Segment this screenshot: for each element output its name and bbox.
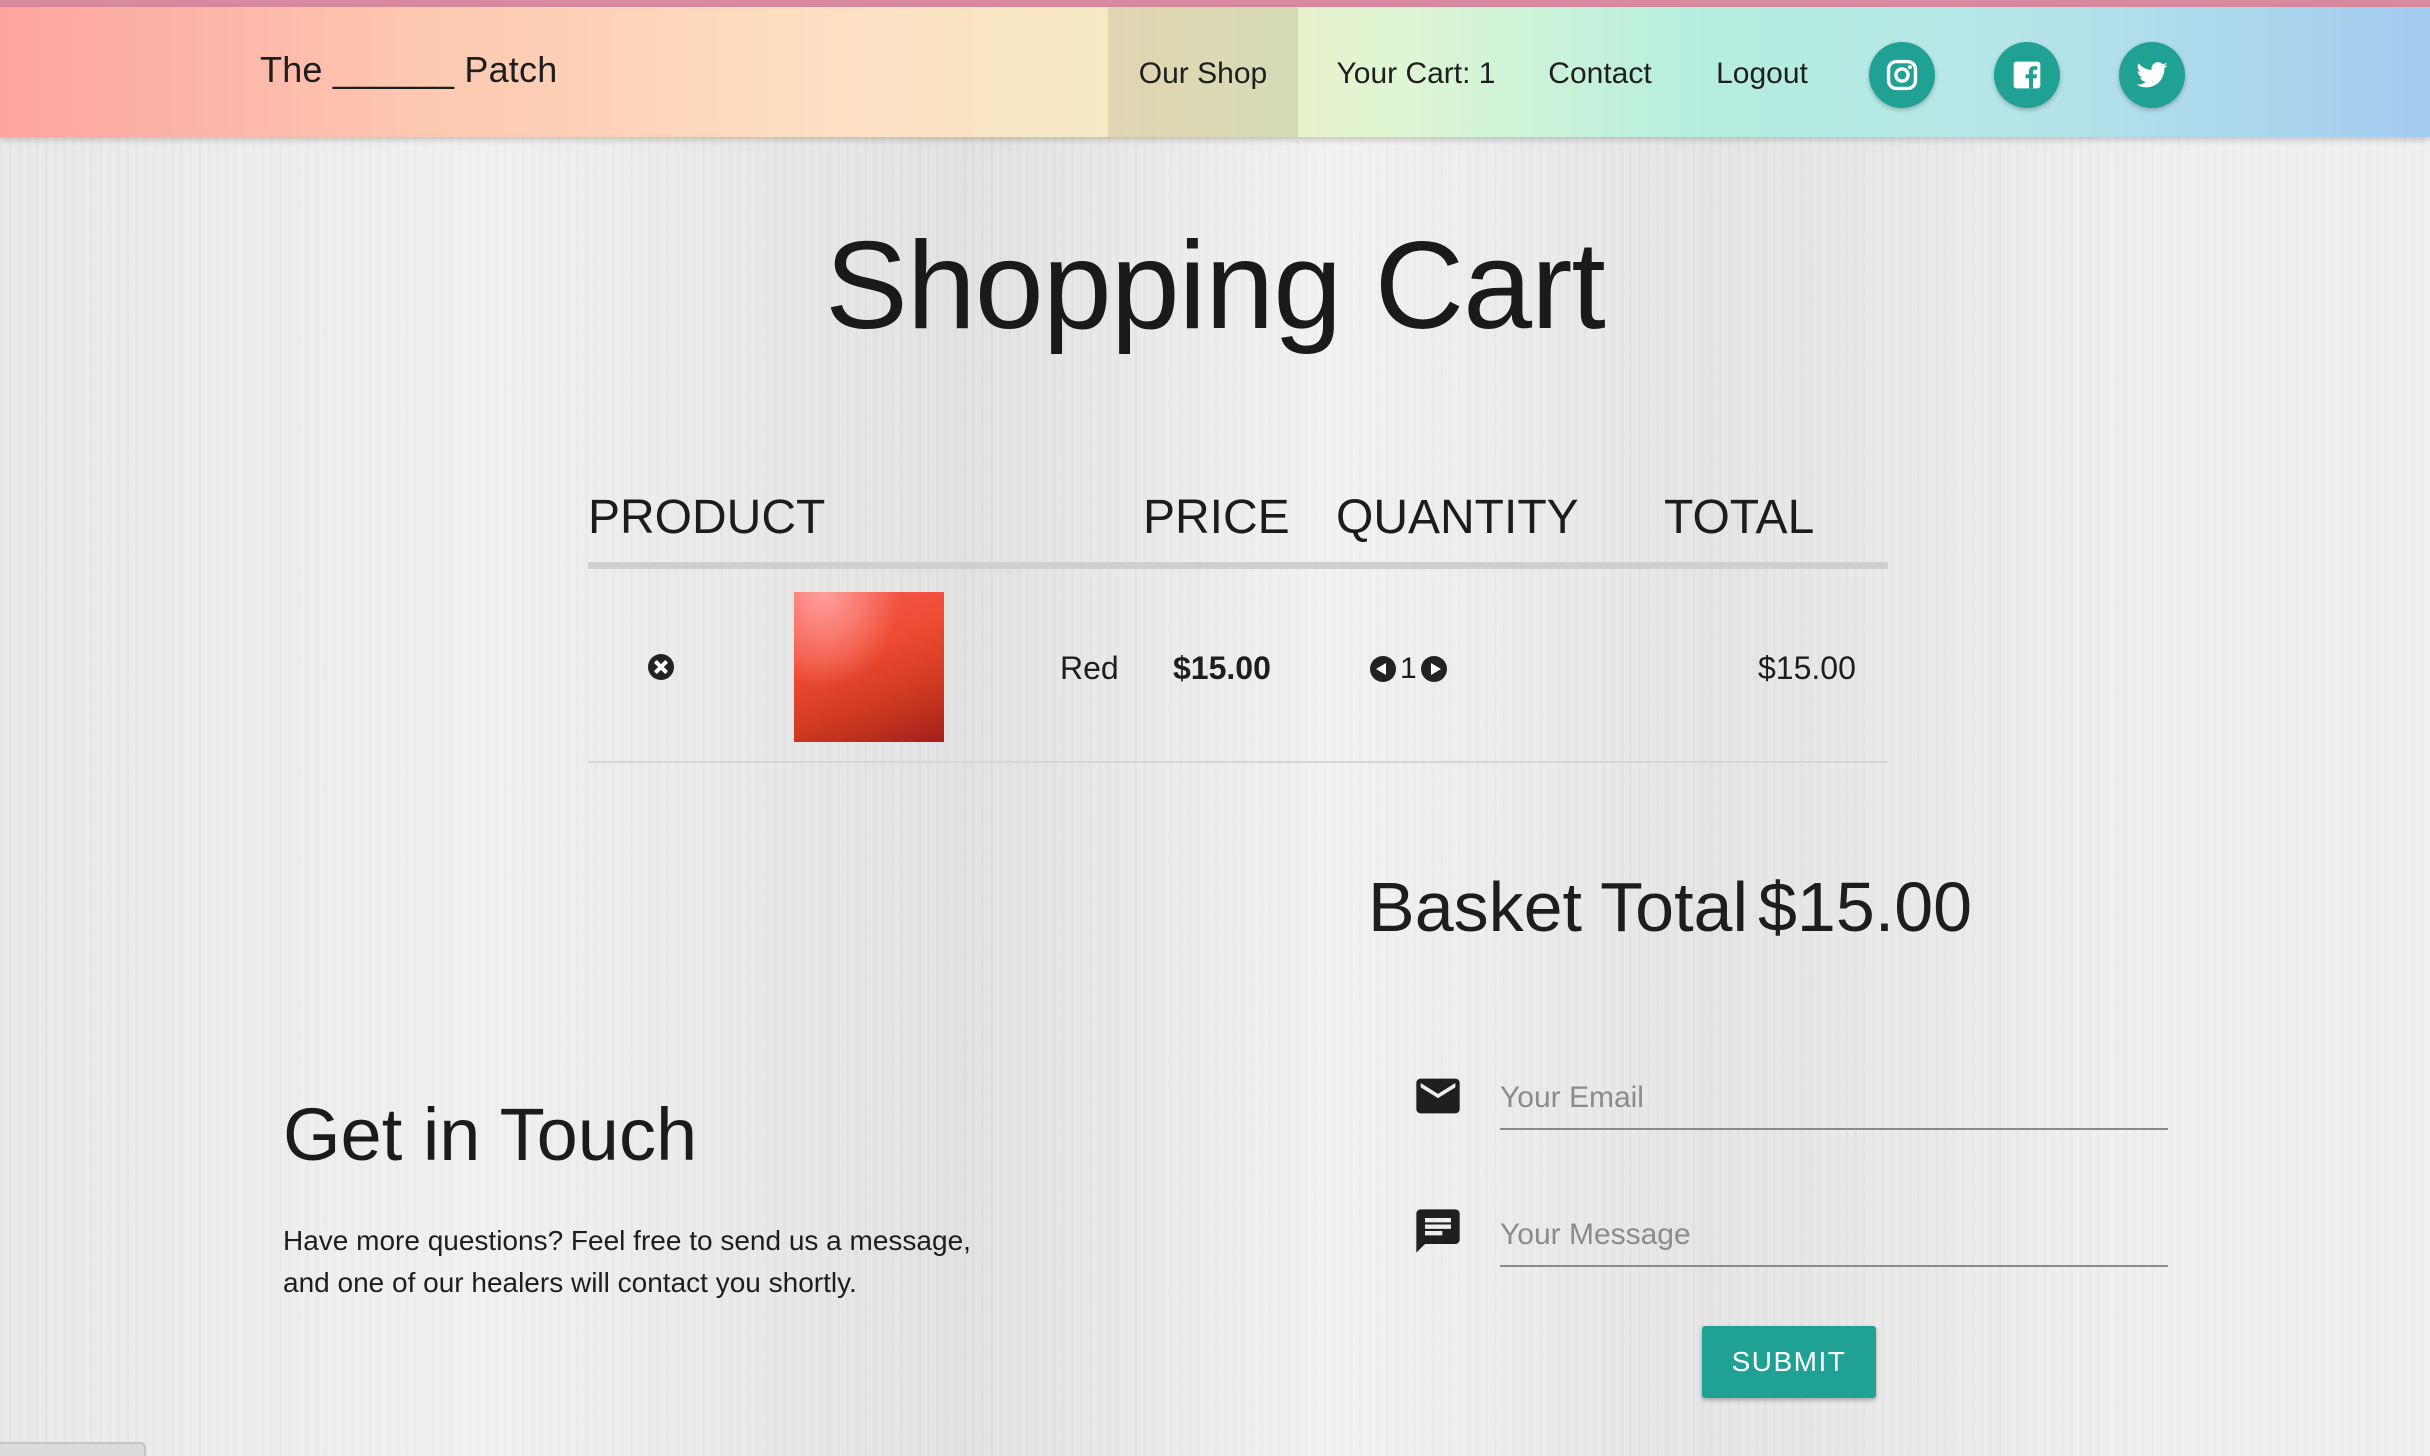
product-name: Red [1060,650,1119,686]
basket-total-value: $15.00 [1758,868,1973,946]
row-total: $15.00 [1758,650,1856,686]
message-field[interactable] [1500,1205,2168,1267]
contact-heading: Get in Touch [283,1093,698,1176]
product-image [794,592,944,742]
column-header-quantity: QUANTITY [1336,491,1579,544]
twitter-icon [2136,62,2168,88]
top-border [0,0,2430,7]
page-title: Shopping Cart [825,217,1606,355]
remove-item-icon[interactable] [648,654,674,680]
basket-total-label: Basket Total [1368,868,1749,946]
instagram-button[interactable] [1869,42,1935,108]
increase-quantity-icon[interactable] [1420,656,1447,682]
quantity-stepper: 1 [1370,652,1447,686]
contact-description: Have more questions? Feel free to send u… [283,1220,1043,1304]
column-header-product: PRODUCT [588,491,826,544]
nav-logout[interactable]: Logout [1700,7,1824,137]
column-header-total: TOTAL [1664,491,1815,544]
table-header-divider [588,562,1888,569]
product-price: $15.00 [1173,650,1271,686]
navbar: The ______ Patch Our Shop Your Cart: 1 C… [0,7,2430,137]
submit-button[interactable]: SUBMIT [1702,1326,1876,1398]
contact-description-line: Have more questions? Feel free to send u… [283,1225,971,1256]
contact-description-line: and one of our healers will contact you … [283,1267,857,1298]
brand-logo[interactable]: The ______ Patch [260,49,557,91]
mail-icon [1416,1078,1460,1114]
twitter-button[interactable] [2119,42,2185,108]
facebook-button[interactable] [1994,42,2060,108]
email-field[interactable] [1500,1068,2168,1130]
message-icon [1416,1209,1460,1253]
row-divider-right [1174,761,1888,763]
row-divider-left [588,761,1174,763]
nav-contact[interactable]: Contact [1530,7,1670,137]
nav-our-shop[interactable]: Our Shop [1108,7,1298,137]
column-header-price: PRICE [1143,491,1290,544]
nav-your-cart[interactable]: Your Cart: 1 [1312,7,1520,137]
instagram-icon [1886,59,1918,91]
facebook-icon [2013,61,2041,89]
decrease-quantity-icon[interactable] [1370,656,1396,682]
quantity-value: 1 [1400,652,1417,685]
